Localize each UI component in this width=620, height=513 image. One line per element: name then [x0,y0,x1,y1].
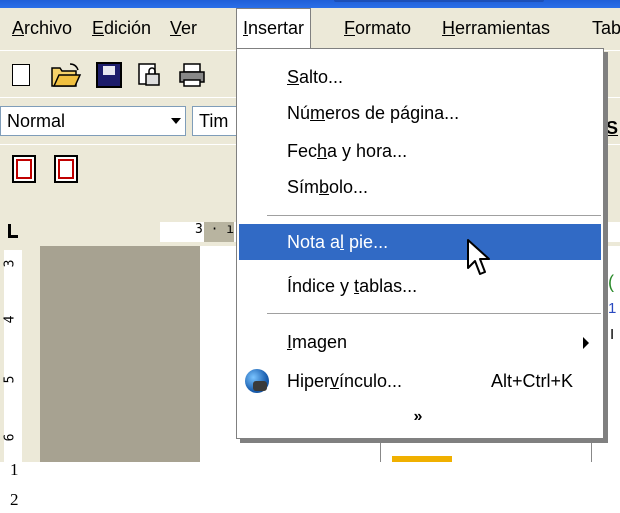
font-combo-value: Tim [199,111,229,131]
mouse-pointer-icon [467,239,490,275]
open-folder-icon[interactable] [50,62,82,88]
permission-icon[interactable] [136,62,162,88]
menu-bar: Archivo Edición Ver Insertar Formato Her… [0,8,620,49]
save-disk-icon[interactable] [96,62,122,88]
convert-and-email-pdf-icon[interactable] [54,155,78,183]
doc-text-fragment: 1 [608,300,617,317]
menu-edicion[interactable]: Edición [86,8,157,48]
style-combo-value: Normal [7,111,66,131]
word-window: Archivo Edición Ver Insertar Formato Her… [0,0,620,462]
menu-item-numeros-de-pagina[interactable]: Números de página... [239,95,601,131]
page-margin-area [40,246,200,462]
menu-item-simbolo[interactable]: Símbolo... [239,169,601,205]
insert-menu: Salto... Números de página... Fecha y ho… [236,48,604,439]
menu-item-imagen[interactable]: Imagen [239,324,601,360]
menu-separator [267,313,601,314]
print-icon[interactable] [178,62,208,88]
style-combo[interactable]: Normal [0,106,186,136]
menu-item-indice-y-tablas[interactable]: Índice y tablas... [239,268,601,304]
line-number: 2 [10,490,19,509]
ruler-left-number: 4 [2,315,18,324]
doc-text-fragment: ( [608,272,614,292]
title-bar [0,0,620,8]
ruler-left-number: 6 [2,433,18,442]
convert-to-pdf-icon[interactable] [12,155,36,183]
doc-text-fragment: I [610,326,615,343]
menu-archivo[interactable]: Archivo [6,8,78,48]
globe-link-icon [245,369,269,393]
menu-item-salto[interactable]: Salto... [239,59,601,95]
menu-insertar[interactable]: Insertar [236,8,312,49]
toolbar-letter: S [606,118,619,138]
menu-tabla[interactable]: Tab [586,8,620,48]
shortcut-label: Alt+Ctrl+K [490,371,573,391]
new-document-icon[interactable] [12,64,30,86]
menu-item-nota-al-pie[interactable]: Nota al pie... [239,224,601,260]
menu-formato[interactable]: Formato [338,8,417,48]
menu-ver[interactable]: Ver [164,8,203,48]
ruler-left-number: 3 [2,259,18,268]
ruler-number: 3 · ı [195,222,235,237]
submenu-arrow-icon [583,337,589,349]
line-number: 1 [10,460,19,479]
tab-selector-icon[interactable] [8,224,18,238]
menu-herramientas[interactable]: Herramientas [436,8,556,48]
dropdown-arrow-icon[interactable] [171,118,181,124]
menu-item-fecha-y-hora[interactable]: Fecha y hora... [239,133,601,169]
ruler-left-number: 5 [2,375,18,384]
menu-item-hipervinculo[interactable]: Hipervínculo... Alt+Ctrl+K [239,363,601,399]
expand-menu-chevron-icon[interactable]: » [237,399,599,435]
menu-separator [267,215,601,216]
